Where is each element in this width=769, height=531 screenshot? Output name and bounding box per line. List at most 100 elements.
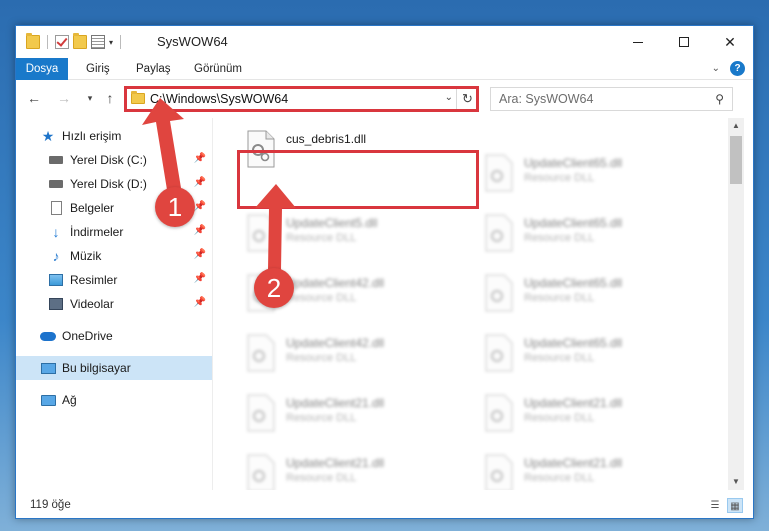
help-icon[interactable]: ?	[730, 61, 745, 76]
maximize-button[interactable]	[661, 26, 707, 58]
file-item[interactable]: UpdateClient21.dll Resource DLL	[478, 388, 708, 438]
downloads-icon: ↓	[52, 224, 60, 240]
customize-list-icon[interactable]	[91, 35, 105, 49]
sidebar-item-pictures[interactable]: Resimler 📌	[16, 268, 212, 292]
qat-dropdown-icon[interactable]: ▾	[109, 38, 113, 47]
sidebar-item-label: Ağ	[62, 393, 77, 407]
sidebar-item-label: Belgeler	[70, 201, 115, 215]
qat-separator	[47, 35, 48, 49]
file-name: UpdateClient21.dll	[524, 396, 623, 410]
file-item[interactable]: UpdateClient65.dll Resource DLL	[478, 328, 708, 378]
sidebar-item-label: Yerel Disk (D:)	[70, 177, 147, 191]
scrollbar-thumb[interactable]	[730, 136, 742, 184]
music-icon: ♪	[52, 248, 60, 264]
tab-view[interactable]: Görünüm	[186, 58, 250, 80]
file-item[interactable]: UpdateClient21.dll Resource DLL	[240, 388, 460, 438]
tab-file[interactable]: Dosya	[16, 58, 68, 80]
scroll-down-icon[interactable]: ▼	[728, 474, 744, 490]
pictures-icon	[48, 272, 64, 288]
sidebar-item-label: Müzik	[70, 249, 102, 263]
file-name: UpdateClient65.dll	[524, 336, 623, 350]
sidebar-item-label: Yerel Disk (C:)	[70, 153, 147, 167]
file-type: Resource DLL	[524, 412, 595, 424]
recent-locations-button[interactable]: ▾	[82, 93, 98, 104]
expand-ribbon-icon[interactable]: ⌄	[712, 63, 720, 74]
file-item[interactable]: UpdateClient65.dll Resource DLL	[478, 268, 708, 318]
tab-share[interactable]: Paylaş	[128, 58, 179, 80]
forward-button[interactable]: →	[56, 90, 72, 106]
file-type: Resource DLL	[524, 352, 595, 364]
file-type: Resource DLL	[524, 472, 595, 484]
properties-check-icon[interactable]	[55, 35, 69, 49]
sidebar-item-videos[interactable]: Videolar 📌	[16, 292, 212, 316]
callout-step-1: 1	[155, 187, 195, 227]
ribbon: Dosya Giriş Paylaş Görünüm ⌄ ?	[16, 58, 753, 80]
callout-step-2: 2	[254, 268, 294, 308]
videos-icon	[48, 296, 64, 312]
file-item[interactable]: UpdateClient21.dll Resource DLL	[478, 448, 708, 490]
back-button[interactable]: ←	[26, 90, 42, 106]
pin-icon[interactable]: 📌	[194, 297, 206, 308]
pin-icon[interactable]: 📌	[194, 225, 206, 236]
minimize-button[interactable]	[615, 26, 661, 58]
pin-icon[interactable]: 📌	[194, 153, 206, 164]
sidebar-item-label: Hızlı erişim	[62, 129, 122, 143]
up-button[interactable]: ↑	[102, 90, 118, 106]
file-name: UpdateClient65.dll	[524, 156, 623, 170]
sidebar-item-label: İndirmeler	[70, 225, 124, 239]
drive-icon	[48, 176, 64, 192]
file-highlight-box	[237, 150, 479, 209]
sidebar-item-label: Resimler	[70, 273, 118, 287]
file-item[interactable]: UpdateClient42.dll Resource DLL	[240, 328, 460, 378]
sidebar-item-quick-access[interactable]: ★ Hızlı erişim	[16, 124, 212, 148]
sidebar-item-this-pc[interactable]: Bu bilgisayar	[16, 356, 212, 380]
vertical-scrollbar[interactable]: ▲ ▼	[728, 118, 744, 490]
navigation-pane: ★ Hızlı erişim Yerel Disk (C:) 📌 Yerel D…	[16, 118, 212, 490]
file-type: Resource DLL	[286, 232, 357, 244]
file-item[interactable]: UpdateClient65.dll Resource DLL	[478, 208, 708, 258]
close-button[interactable]: ✕	[707, 26, 753, 58]
window-title: SysWOW64	[157, 34, 228, 49]
scroll-up-icon[interactable]: ▲	[728, 118, 744, 134]
file-item[interactable]: UpdateClient5.dll Resource DLL	[240, 208, 460, 258]
file-type: Resource DLL	[286, 292, 357, 304]
dll-file-icon	[247, 454, 275, 490]
file-name: UpdateClient5.dll	[286, 216, 378, 230]
status-bar: 119 öğe ☰ ▦	[16, 494, 753, 518]
dll-file-icon	[485, 154, 513, 192]
dll-file-icon	[247, 334, 275, 372]
tab-home[interactable]: Giriş	[78, 58, 118, 80]
sidebar-item-label: Videolar	[70, 297, 114, 311]
pin-icon[interactable]: 📌	[194, 201, 206, 212]
file-name: cus_debris1.dll	[286, 132, 367, 146]
file-type: Resource DLL	[524, 292, 595, 304]
pane-splitter[interactable]	[212, 118, 213, 490]
search-input[interactable]: Ara: SysWOW64	[499, 92, 593, 106]
file-item[interactable]: UpdateClient65.dll Resource DLL	[478, 148, 708, 198]
pin-icon[interactable]: 📌	[194, 177, 206, 188]
pin-icon[interactable]: 📌	[194, 273, 206, 284]
minimize-icon	[633, 41, 643, 43]
sidebar-item-network[interactable]: Ağ	[16, 388, 212, 412]
file-name: UpdateClient65.dll	[524, 216, 623, 230]
pin-icon[interactable]: 📌	[194, 249, 206, 260]
file-name: UpdateClient21.dll	[524, 456, 623, 470]
navigation-bar: ← → ▾ ↑ C:\Windows\SysWOW64 ⌄ ↻ Ara: Sys…	[16, 80, 753, 118]
file-name: UpdateClient42.dll	[286, 336, 385, 350]
quick-access-toolbar: ▾	[26, 33, 124, 50]
search-icon[interactable]: ⚲	[715, 92, 724, 106]
file-item[interactable]: UpdateClient21.dll Resource DLL	[240, 448, 460, 490]
drive-icon	[48, 152, 64, 168]
details-view-icon[interactable]: ☰	[707, 498, 723, 513]
search-box[interactable]: Ara: SysWOW64 ⚲	[490, 87, 733, 111]
large-icons-view-icon[interactable]: ▦	[727, 498, 743, 513]
dll-file-icon	[485, 214, 513, 252]
sidebar-item-local-disk-c[interactable]: Yerel Disk (C:) 📌	[16, 148, 212, 172]
file-type: Resource DLL	[286, 352, 357, 364]
sidebar-item-music[interactable]: ♪ Müzik 📌	[16, 244, 212, 268]
sidebar-item-onedrive[interactable]: OneDrive	[16, 324, 212, 348]
new-folder-icon[interactable]	[73, 33, 87, 49]
sidebar-item-label: OneDrive	[62, 329, 113, 343]
file-name: UpdateClient21.dll	[286, 396, 385, 410]
this-pc-icon	[40, 360, 56, 376]
